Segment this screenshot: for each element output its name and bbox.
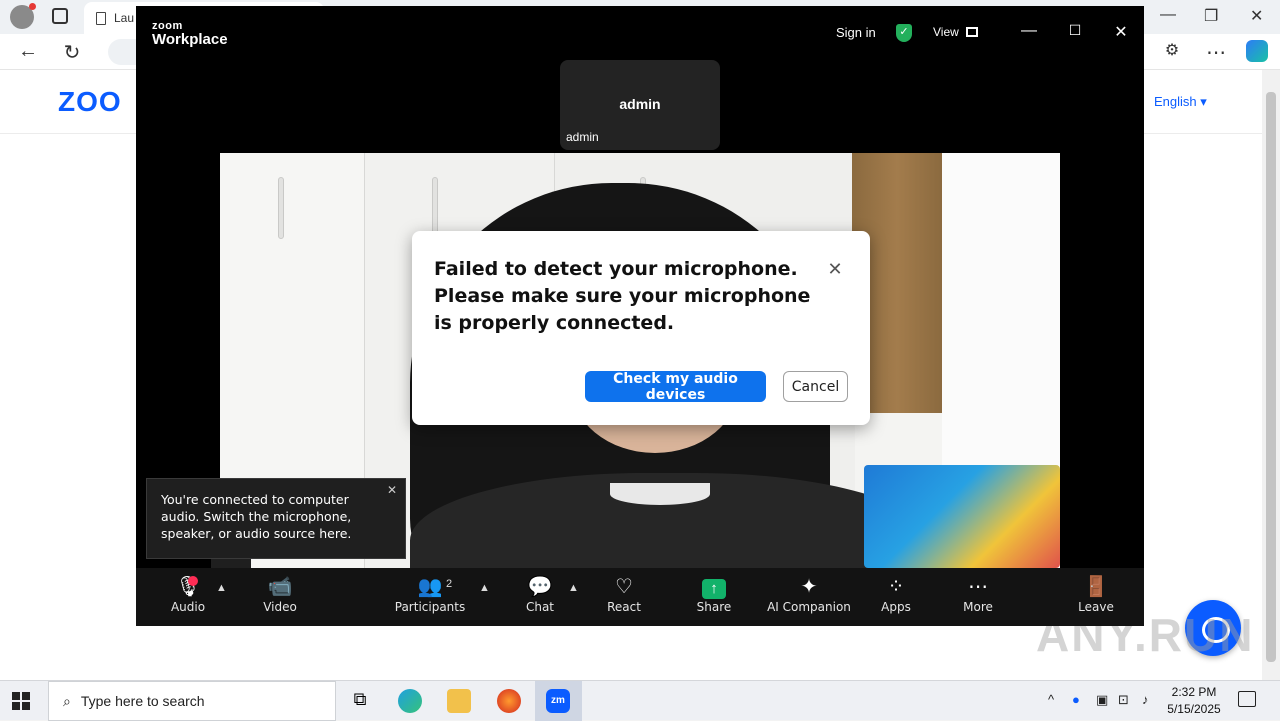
extension-icon[interactable]: ⚙	[1160, 40, 1184, 60]
ai-companion-button[interactable]: ✦ AI Companion	[766, 574, 852, 614]
tray-device-icon[interactable]: ▣	[1096, 692, 1108, 708]
profile-avatar-icon[interactable]	[10, 3, 36, 29]
participant-tile[interactable]: admin admin	[560, 60, 720, 150]
leave-label: Leave	[1078, 600, 1114, 614]
check-audio-devices-button[interactable]: Check my audio devices	[585, 371, 766, 403]
leave-button[interactable]: 🚪 Leave	[1072, 574, 1120, 614]
chat-icon: 💬	[527, 576, 553, 598]
video-person-collar	[610, 483, 710, 505]
zoom-titlebar: zoom Workplace Sign in ✓ View — ☐ ✕	[136, 6, 1144, 56]
language-selector[interactable]: English ▾	[1154, 94, 1207, 110]
zoom-site-logo[interactable]: ZOO	[58, 86, 122, 118]
volume-icon[interactable]: ♪	[1142, 692, 1149, 707]
video-off-icon: 📹	[267, 576, 293, 598]
browser-close-icon[interactable]: ✕	[1250, 6, 1263, 26]
clock-date: 5/15/2025	[1167, 702, 1221, 716]
taskbar-clock[interactable]: 2:32 PM 5/15/2025	[1164, 684, 1224, 718]
audio-label: Audio	[170, 600, 206, 614]
zoom-meeting-window: zoom Workplace Sign in ✓ View — ☐ ✕ admi…	[136, 6, 1144, 626]
notification-center-icon[interactable]	[1238, 691, 1256, 707]
dialog-message: Failed to detect your microphone. Please…	[434, 258, 811, 334]
zoom-brand-workplace: Workplace	[152, 31, 228, 48]
browser-menu-icon[interactable]: ⋯	[1204, 40, 1228, 65]
share-button[interactable]: ↑ Share	[690, 574, 738, 614]
grid-view-icon[interactable]	[966, 27, 978, 37]
browser-minimize-icon[interactable]: —	[1160, 6, 1176, 24]
leave-door-icon: 🚪	[1083, 576, 1109, 598]
participants-chevron-icon[interactable]: ▲	[479, 582, 490, 594]
zoom-close-icon[interactable]: ✕	[1111, 22, 1131, 42]
react-button[interactable]: ♡ React	[600, 574, 648, 614]
copilot-icon[interactable]	[1246, 40, 1268, 62]
refresh-icon[interactable]: ↻	[60, 40, 84, 65]
browser-restore-icon[interactable]: ❐	[1204, 6, 1218, 26]
browser-tab-title: Lau	[114, 11, 135, 25]
mic-alert-badge	[188, 576, 198, 586]
react-label: React	[607, 600, 641, 614]
audio-options-chevron-icon[interactable]: ▲	[216, 582, 227, 594]
chat-chevron-icon[interactable]: ▲	[568, 582, 579, 594]
video-colorful-box	[864, 465, 1060, 568]
share-arrow-icon: ↑	[702, 579, 726, 599]
zoom-minimize-icon[interactable]: —	[1019, 22, 1039, 40]
search-icon: ⌕	[63, 692, 71, 709]
view-button[interactable]: View	[933, 25, 959, 39]
language-label: English	[1154, 94, 1197, 109]
audio-tooltip: You're connected to computer audio. Swit…	[146, 478, 406, 559]
file-explorer-icon[interactable]	[447, 689, 471, 713]
back-icon[interactable]: ←	[16, 40, 40, 63]
tab-actions-icon[interactable]	[52, 8, 68, 24]
more-button[interactable]: ⋯ More	[954, 574, 1002, 614]
document-icon	[96, 11, 106, 25]
ai-companion-label: AI Companion	[767, 600, 851, 614]
apps-button[interactable]: ⁘ Apps	[872, 574, 920, 614]
search-placeholder: Type here to search	[80, 693, 205, 709]
video-button[interactable]: 📹 Video	[256, 574, 304, 614]
security-shield-icon[interactable]: ✓	[896, 24, 912, 42]
video-handle	[278, 177, 284, 239]
page-scrollbar[interactable]	[1262, 70, 1280, 680]
clock-time: 2:32 PM	[1171, 685, 1217, 699]
firefox-icon[interactable]	[497, 689, 521, 713]
heart-icon: ♡	[615, 576, 633, 598]
participants-count: 2	[446, 578, 453, 590]
toast-pointer	[211, 558, 251, 568]
sign-in-button[interactable]: Sign in	[836, 25, 876, 40]
apps-label: Apps	[881, 600, 911, 614]
video-handle	[432, 177, 438, 239]
edge-browser-icon[interactable]	[398, 689, 422, 713]
meeting-toolbar: 🎙 Audio ▲ 📹 Video 👥 Participants 2 ▲ 💬 C…	[136, 568, 1144, 626]
share-label: Share	[696, 600, 732, 614]
more-dots-icon: ⋯	[968, 576, 988, 598]
participants-button[interactable]: 👥 Participants	[394, 574, 466, 614]
scrollbar-thumb[interactable]	[1266, 92, 1276, 662]
tooltip-close-icon[interactable]: ✕	[387, 483, 397, 497]
task-view-icon[interactable]: ⧉	[348, 689, 372, 713]
participants-label: Participants	[394, 600, 466, 614]
more-label: More	[963, 600, 993, 614]
chat-label: Chat	[525, 600, 555, 614]
participant-name: admin	[619, 96, 661, 112]
windows-start-icon[interactable]	[12, 692, 30, 710]
zoom-maximize-icon[interactable]: ☐	[1065, 22, 1085, 39]
apps-grid-icon: ⁘	[887, 576, 905, 598]
chat-button[interactable]: 💬 Chat	[516, 574, 564, 614]
windows-taskbar: ⌕ Type here to search ⧉ zm ^ ● ▣ ⊡ ♪ 2:3…	[0, 680, 1280, 721]
microphone-error-dialog: Failed to detect your microphone. Please…	[412, 231, 870, 425]
video-label: Video	[263, 600, 297, 614]
cancel-button[interactable]: Cancel	[783, 371, 848, 402]
participants-icon: 👥	[417, 576, 443, 598]
network-icon[interactable]: ⊡	[1118, 692, 1129, 708]
taskbar-search-box[interactable]: ⌕ Type here to search	[48, 681, 336, 721]
zoom-app-icon[interactable]: zm	[546, 689, 570, 713]
participant-label: admin	[566, 130, 599, 144]
sparkle-icon: ✦	[800, 576, 818, 598]
audio-tooltip-text: You're connected to computer audio. Swit…	[161, 492, 352, 541]
tray-expand-icon[interactable]: ^	[1048, 692, 1054, 707]
dialog-close-icon[interactable]: ✕	[825, 259, 845, 279]
zoom-tray-icon[interactable]: ●	[1072, 692, 1080, 707]
